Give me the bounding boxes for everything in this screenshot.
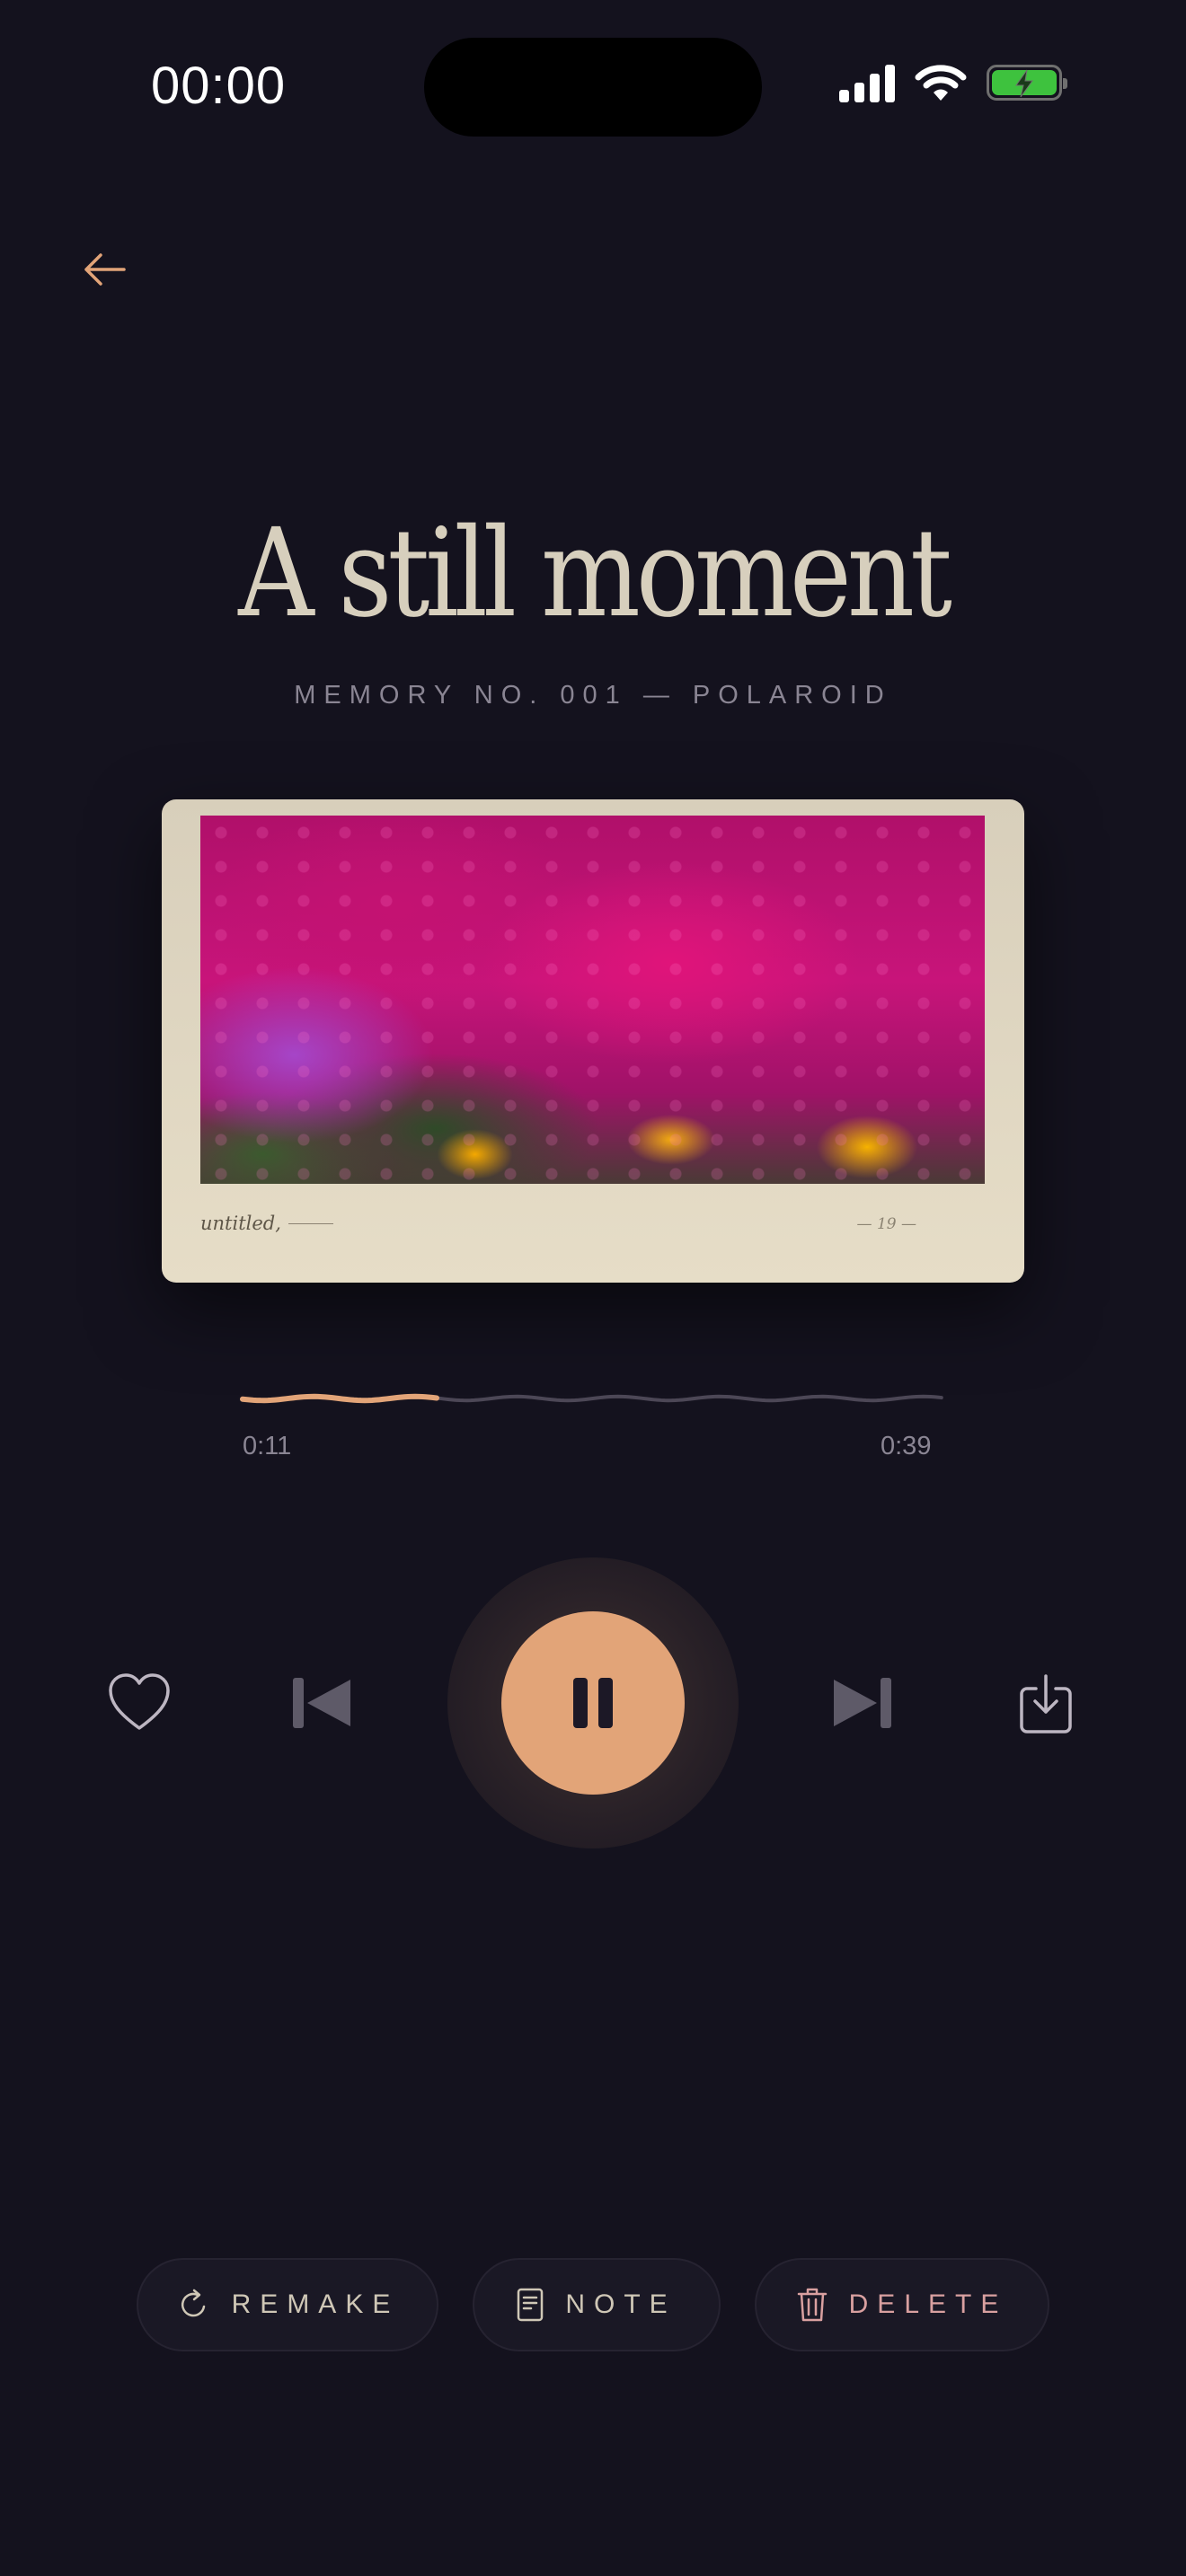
polaroid-card[interactable]: untitled, — 19 — [162, 799, 1024, 1283]
print-number: — 19 — [856, 1215, 916, 1233]
note-icon [518, 2288, 544, 2322]
current-time: 0:11 [243, 1432, 292, 1460]
note-label: NOTE [565, 2289, 677, 2319]
remake-label: REMAKE [231, 2289, 400, 2319]
dynamic-island [424, 38, 762, 137]
pause-icon [573, 1678, 588, 1728]
cellular-signal-icon [839, 63, 895, 102]
progress-scrubber[interactable] [237, 1388, 947, 1409]
battery-charging-icon [987, 65, 1067, 101]
pause-icon-bar [598, 1678, 613, 1728]
progress-track [436, 1394, 943, 1403]
back-arrow-icon[interactable] [77, 243, 131, 296]
remake-button[interactable]: REMAKE [137, 2258, 438, 2351]
delete-label: DELETE [848, 2289, 1008, 2319]
flower-photo [200, 816, 985, 1184]
memory-subtitle: MEMORY NO. 001 — POLAROID [294, 681, 892, 710]
note-button[interactable]: NOTE [473, 2258, 721, 2351]
pause-button[interactable] [501, 1611, 685, 1795]
progress-fill [240, 1393, 439, 1404]
status-time: 00:00 [151, 57, 287, 115]
skip-back-icon[interactable] [291, 1676, 352, 1730]
caption-line [288, 1222, 333, 1224]
status-icons [839, 63, 1067, 102]
caption-text: untitled, [200, 1213, 281, 1234]
download-icon[interactable] [1018, 1672, 1074, 1735]
refresh-icon [181, 2289, 205, 2317]
skip-forward-icon[interactable] [832, 1676, 893, 1730]
polaroid-caption: untitled, [200, 1213, 333, 1234]
heart-icon[interactable] [107, 1672, 172, 1732]
delete-button[interactable]: DELETE [755, 2258, 1049, 2351]
memory-title: A still moment [238, 503, 952, 645]
trash-icon [797, 2288, 827, 2322]
wifi-icon [915, 65, 967, 101]
total-time: 0:39 [881, 1432, 932, 1460]
